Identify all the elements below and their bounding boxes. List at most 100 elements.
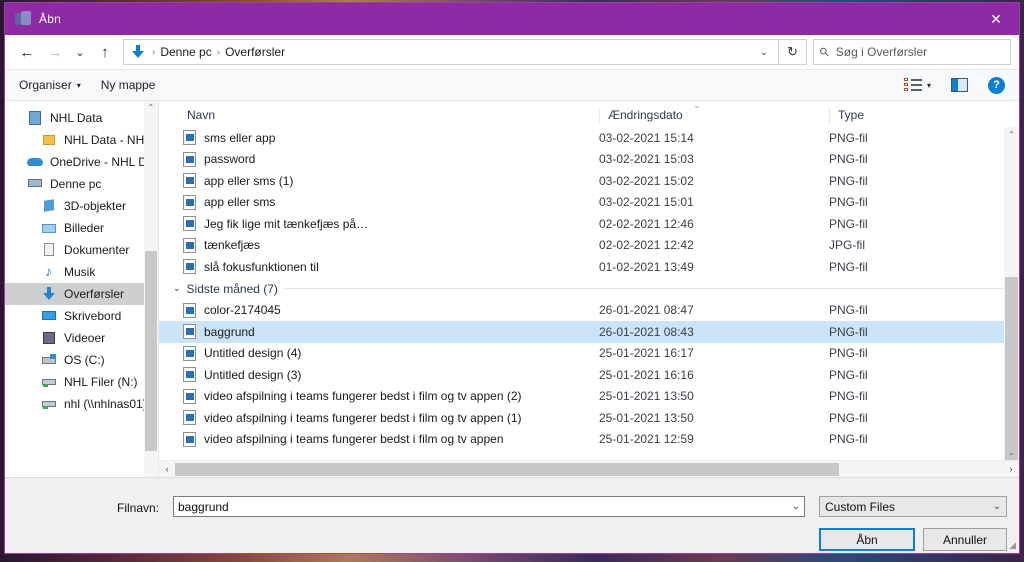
resize-grip[interactable]: ◢ [1009, 540, 1016, 551]
column-header-name[interactable]: Navn [159, 108, 599, 124]
sidebar-scroll-thumb[interactable] [145, 251, 157, 451]
scroll-up-icon[interactable]: ⌃ [1004, 127, 1019, 142]
sidebar-item-overf-rsler[interactable]: Overførsler [5, 283, 158, 305]
image-file-icon [183, 324, 196, 340]
breadcrumb[interactable]: › Denne pc › Overførsler ⌄ [123, 39, 779, 65]
table-row[interactable]: Untitled design (4) 25-01-2021 16:17 PNG-f… [159, 343, 1019, 365]
table-row[interactable]: tænkefjæs 02-02-2021 12:42 JPG-fil [159, 235, 1019, 257]
table-row[interactable]: password 03-02-2021 15:03 PNG-fil [159, 149, 1019, 171]
cancel-button[interactable]: Annuller [923, 528, 1007, 551]
sidebar-item-label: Billeder [64, 221, 105, 235]
sidebar-item-nhl-filer-n[interactable]: NHL Filer (N:) [5, 371, 158, 393]
chevron-down-icon[interactable]: ⌄ [754, 47, 774, 58]
sidebar-item-dokumenter[interactable]: Dokumenter [5, 239, 158, 261]
sidebar-item-nhl-data-nhl[interactable]: NHL Data - NHL [5, 129, 158, 151]
file-name-cell: video afspilning i teams fungerer bedst … [159, 410, 599, 426]
horizontal-scroll-thumb[interactable] [175, 462, 839, 476]
column-header-type[interactable]: Type [829, 108, 1019, 124]
file-name-cell: slå fokusfunktionen til [159, 259, 599, 275]
sidebar-item-billeder[interactable]: Billeder [5, 217, 158, 239]
table-row[interactable]: Jeg fik lige mit tænkefjæs på… 02-02-2021… [159, 213, 1019, 235]
sidebar-item-skrivebord[interactable]: Skrivebord [5, 305, 158, 327]
file-type-cell: PNG-fil [829, 152, 868, 167]
sidebar-item-nhl-nhlnas01[interactable]: nhl (\\nhlnas01) [5, 393, 158, 415]
table-row[interactable]: baggrund 26-01-2021 08:43 PNG-fil [159, 321, 1019, 343]
sidebar-item-denne-pc[interactable]: Denne pc [5, 173, 158, 195]
sidebar-item-videoer[interactable]: Videoer [5, 327, 158, 349]
sidebar-list: NHL Data NHL Data - NHL OneDrive - NHL D De… [5, 101, 158, 415]
view-options-button[interactable]: ▾ [903, 78, 931, 92]
sidebar-item-nhl-data[interactable]: NHL Data [5, 107, 158, 129]
command-bar: Organiser ▾ Ny mappe ▾ ? [5, 69, 1019, 101]
column-header-date[interactable]: Ændringsdato [599, 108, 829, 124]
file-type-value: Custom Files [825, 499, 896, 514]
table-row[interactable]: slå fokusfunktionen til 01-02-2021 13:49 P… [159, 256, 1019, 278]
open-button[interactable]: Åbn [819, 528, 915, 551]
organize-label: Organiser [19, 78, 72, 92]
onedrive-icon [27, 154, 43, 170]
scroll-left-icon[interactable]: ‹ [159, 464, 175, 474]
file-type-cell: PNG-fil [829, 432, 868, 447]
scroll-right-icon[interactable]: › [1003, 464, 1019, 474]
recent-locations-icon[interactable]: ⌄ [69, 38, 91, 66]
image-file-icon [183, 410, 196, 426]
sidebar-item-os-c[interactable]: OS (C:) [5, 349, 158, 371]
chevron-down-icon[interactable]: ⌄ [792, 501, 800, 512]
chevron-down-icon[interactable]: ⌄ [173, 283, 181, 294]
file-name-cell: color-2174045 [159, 302, 599, 318]
horizontal-scrollbar[interactable]: ‹ › [159, 460, 1019, 477]
table-row[interactable]: video afspilning i teams fungerer bedst … [159, 429, 1019, 451]
scroll-down-icon[interactable]: ⌄ [1004, 445, 1019, 460]
sidebar-item-onedrive-nhl-d[interactable]: OneDrive - NHL D [5, 151, 158, 173]
breadcrumb-item-denne-pc[interactable]: Denne pc [157, 45, 214, 59]
scroll-up-icon[interactable]: ⌃ [148, 101, 155, 115]
table-row[interactable]: color-2174045 26-01-2021 08:47 PNG-fil [159, 300, 1019, 322]
table-row[interactable]: app eller sms (1) 03-02-2021 15:02 PNG-fil [159, 170, 1019, 192]
dialog-footer: Filnavn: baggrund ⌄ Custom Files ⌄ Åbn A… [5, 477, 1019, 553]
file-type-cell: PNG-fil [829, 173, 868, 188]
file-date-cell: 25-01-2021 16:17 [599, 346, 694, 361]
close-button[interactable]: ✕ [973, 3, 1019, 35]
help-icon[interactable]: ? [988, 76, 1005, 94]
table-row[interactable]: video afspilning i teams fungerer bedst … [159, 386, 1019, 408]
table-row[interactable]: video afspilning i teams fungerer bedst … [159, 407, 1019, 429]
table-row[interactable]: sms eller app 03-02-2021 15:14 PNG-fil [159, 127, 1019, 149]
sidebar-scrollbar[interactable]: ⌃ [144, 101, 158, 477]
filename-input[interactable]: baggrund ⌄ [173, 496, 805, 517]
image-file-icon [183, 130, 196, 146]
breadcrumb-item-overforsler[interactable]: Overførsler [222, 45, 288, 59]
filename-label: Filnavn: [117, 501, 160, 515]
file-name-cell: video afspilning i teams fungerer bedst … [159, 388, 599, 404]
file-name-label: Untitled design (3) [204, 367, 302, 382]
organize-button[interactable]: Organiser ▾ [19, 78, 81, 92]
back-icon[interactable]: ← [13, 38, 41, 66]
image-file-icon [183, 302, 196, 318]
window-title: Åbn [39, 12, 61, 26]
file-list-pane: Navn Ændringsdato Type ⌄ sms eller app 03… [159, 100, 1019, 477]
refresh-icon[interactable]: ↻ [779, 39, 807, 65]
network-drive-icon [41, 396, 57, 412]
up-icon[interactable]: ↑ [91, 38, 119, 66]
new-folder-button[interactable]: Ny mappe [101, 78, 156, 92]
downloads-icon [41, 286, 57, 302]
file-list-scroll-thumb[interactable] [1005, 277, 1018, 460]
table-row[interactable]: app eller sms 03-02-2021 15:01 PNG-fil [159, 192, 1019, 214]
file-date-cell: 25-01-2021 13:50 [599, 389, 694, 404]
file-rows[interactable]: sms eller app 03-02-2021 15:14 PNG-fil pass… [159, 127, 1019, 460]
sidebar-item-musik[interactable]: ♪ Musik [5, 261, 158, 283]
search-placeholder: Søg i Overførsler [835, 45, 928, 59]
sidebar-item-3d-objekter[interactable]: 3D-objekter [5, 195, 158, 217]
file-name-cell: app eller sms (1) [159, 173, 599, 189]
file-list-scrollbar[interactable]: ⌃ ⌄ [1004, 127, 1019, 460]
file-name-label: app eller sms (1) [204, 173, 294, 188]
search-input[interactable]: ⚲ Søg i Overførsler [813, 39, 1011, 65]
table-row[interactable]: Untitled design (3) 25-01-2021 16:16 PNG-f… [159, 364, 1019, 386]
preview-pane-icon[interactable] [951, 78, 968, 92]
forward-icon[interactable]: → [41, 38, 69, 66]
file-type-select[interactable]: Custom Files ⌄ [819, 496, 1007, 517]
file-type-cell: PNG-fil [829, 410, 868, 425]
sidebar-item-label: NHL Filer (N:) [64, 375, 138, 389]
file-name-label: password [204, 152, 256, 167]
file-name-label: sms eller app [204, 130, 276, 145]
file-group-header[interactable]: ⌄ Sidste måned (7) [159, 278, 1019, 300]
